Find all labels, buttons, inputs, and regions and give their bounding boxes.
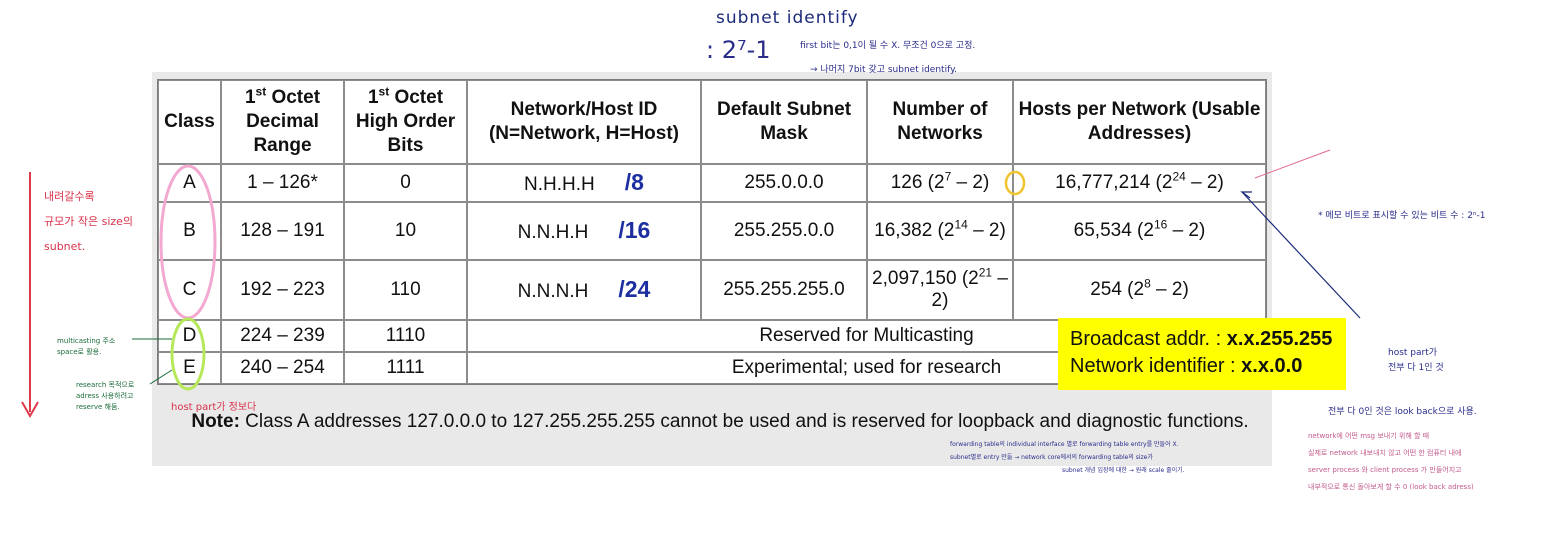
cell-class: A [158,164,221,202]
header-octet-bits: 1st Octet High Order Bits [344,80,467,164]
header-subnet-mask: Default Subnet Mask [701,80,867,164]
table-row: A 1 – 126* 0 N.H.H.H/8 255.0.0.0 126 (27… [158,164,1266,202]
cell-mask: 255.255.255.0 [701,260,867,320]
cell-network-host: N.N.H.H/16 [467,202,701,260]
cell-class: D [158,320,221,352]
formula-note: : 2⁷-1 [706,36,771,64]
right-note-loopback: 전부 다 0인 것은 look back으로 사용. [1328,407,1477,417]
right-note-bits: * 메모 비트로 표시할 수 있는 비트 수 : 2ⁿ-1 [1318,211,1486,221]
cell-networks: 2,097,150 (221 – 2) [867,260,1013,320]
table-note: Note: Class A addresses 127.0.0.0 to 127… [191,411,1249,432]
subnet-identify-note: subnet identify [716,8,859,28]
broadcast-callout: Broadcast addr. : x.x.255.255 Network id… [1058,318,1346,390]
left-arrow-head [21,401,39,419]
header-network-host-id: Network/Host ID (N=Network, H=Host) [467,80,701,164]
research-note: research 목적으로 adress 사용하려고 reserve 해둠. [76,381,135,411]
top-note-2: → 나머지 7bit 갖고 subnet identify. [810,65,957,75]
cell-hosts: 65,534 (216 – 2) [1013,202,1266,260]
cell-mask: 255.0.0.0 [701,164,867,202]
cell-class: C [158,260,221,320]
header-class: Class [158,80,221,164]
top-note-1: first bit는 0,1이 될 수 X. 무조건 0으로 고정. [800,41,976,51]
cell-range: 224 – 239 [221,320,344,352]
cell-range: 1 – 126* [221,164,344,202]
cell-bits: 110 [344,260,467,320]
table-header-row: Class 1st Octet Decimal Range 1st Octet … [158,80,1266,164]
header-octet-range: 1st Octet Decimal Range [221,80,344,164]
cell-bits: 10 [344,202,467,260]
prefix-label: /24 [618,275,651,302]
bottom-right-loopback-note: network에 어떤 msg 보내기 위해 할 때 실제로 network 내… [1308,432,1474,491]
cell-network-host: N.H.H.H/8 [467,164,701,202]
cell-networks: 16,382 (214 – 2) [867,202,1013,260]
right-note-hostpart: host part가 전부 다 1인 것 [1388,348,1444,373]
prefix-label: /16 [618,216,651,243]
prefix-label: /8 [624,168,644,195]
cell-hosts: 16,777,214 (224 – 2) [1013,164,1266,202]
cell-class: E [158,352,221,384]
cell-bits: 1111 [344,352,467,384]
table-row: C 192 – 223 110 N.N.N.H/24 255.255.255.0… [158,260,1266,320]
cell-range: 192 – 223 [221,260,344,320]
multicast-note: multicasting 주소 space로 활용. [57,337,116,356]
cell-networks: 126 (27 – 2) [867,164,1013,202]
bottom-forwarding-note: forwarding table의 individual interface 별… [950,441,1185,474]
cell-range: 128 – 191 [221,202,344,260]
left-red-note: 내려갈수록 규모가 작은 size의 subnet. [44,190,134,253]
header-hosts-per-network: Hosts per Network (Usable Addresses) [1013,80,1266,164]
cell-mask: 255.255.0.0 [701,202,867,260]
header-number-of-networks: Number of Networks [867,80,1013,164]
cell-bits: 0 [344,164,467,202]
cell-bits: 1110 [344,320,467,352]
cell-hosts: 254 (28 – 2) [1013,260,1266,320]
host-part-red-note: host part가 정보다 [171,402,257,413]
cell-range: 240 – 254 [221,352,344,384]
cell-class: B [158,202,221,260]
cell-network-host: N.N.N.H/24 [467,260,701,320]
table-row: B 128 – 191 10 N.N.H.H/16 255.255.0.0 16… [158,202,1266,260]
